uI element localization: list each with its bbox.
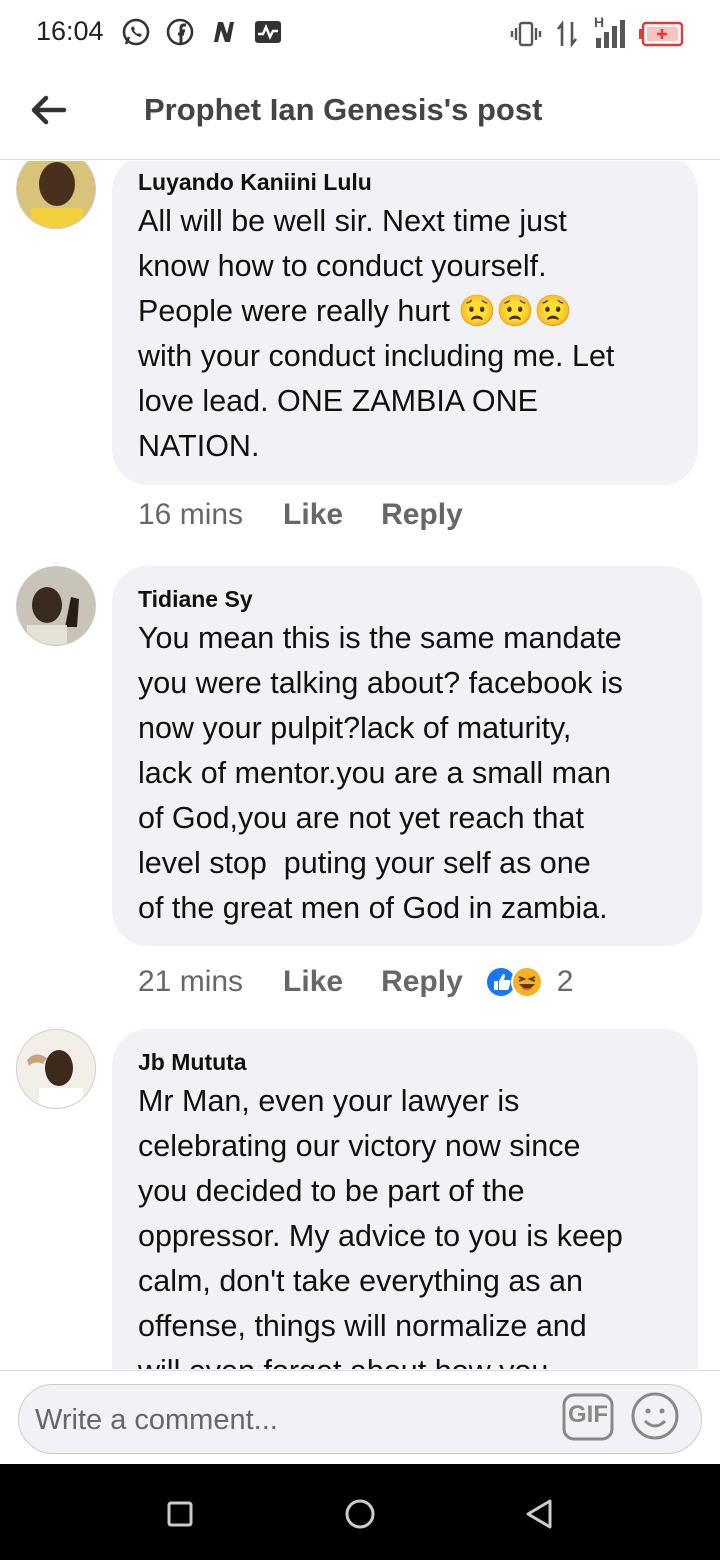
reactions-summary[interactable]: 2 — [484, 965, 574, 999]
avatar[interactable] — [16, 566, 96, 646]
post-header: Prophet Ian Genesis's post — [0, 64, 720, 160]
gif-label: GIF — [568, 1401, 608, 1428]
comment-author[interactable]: Jb Mututa — [138, 1049, 247, 1076]
comment-composer: Write a comment... GIF — [0, 1370, 720, 1464]
like-button[interactable]: Like — [283, 498, 343, 532]
comment-text: Mr Man, even your lawyer is celebrating … — [138, 1084, 623, 1369]
activity-icon — [255, 21, 281, 43]
like-button[interactable]: Like — [283, 965, 343, 999]
comment-text: All will be well sir. Next time just kno… — [138, 204, 615, 463]
comment-text: You mean this is the same mandate you we… — [138, 621, 623, 925]
comment-author[interactable]: Tidiane Sy — [138, 586, 253, 613]
battery-icon — [639, 21, 684, 47]
avatar[interactable] — [16, 1029, 96, 1109]
status-bar: 16:04 H — [0, 0, 720, 64]
reaction-count: 2 — [556, 965, 574, 998]
system-nav-bar — [0, 1464, 720, 1560]
back-arrow-icon[interactable] — [24, 86, 72, 134]
signal-icon: H — [594, 14, 628, 50]
avatar[interactable] — [16, 161, 96, 229]
n-icon — [214, 22, 234, 42]
whatsapp-icon — [122, 18, 150, 46]
comment-actions: 21 mins Like Reply 2 — [138, 962, 573, 1002]
data-arrows-icon — [556, 20, 578, 48]
comment-author[interactable]: Luyando Kaniini Lulu — [138, 169, 372, 196]
facebook-icon — [166, 18, 194, 46]
comment-bubble: Jb Mututa Mr Man, even your lawyer is ce… — [112, 1029, 698, 1369]
vibrate-icon — [510, 21, 542, 47]
status-icons-right: H — [510, 14, 684, 50]
status-icons-left — [120, 16, 284, 48]
comment-bubble: Luyando Kaniini Lulu All will be well si… — [112, 161, 698, 485]
comment-time[interactable]: 16 mins — [138, 498, 243, 532]
reply-button[interactable]: Reply — [381, 965, 463, 999]
gif-button[interactable]: GIF — [562, 1393, 614, 1441]
home-icon[interactable] — [340, 1494, 380, 1534]
page-title: Prophet Ian Genesis's post — [144, 92, 543, 127]
reply-button[interactable]: Reply — [381, 498, 463, 532]
comment-time[interactable]: 21 mins — [138, 965, 243, 999]
emoji-icon[interactable] — [630, 1391, 680, 1441]
comment-actions: 16 mins Like Reply — [138, 495, 485, 535]
comments-feed[interactable]: Luyando Kaniini Lulu All will be well si… — [0, 161, 720, 1369]
status-time: 16:04 — [36, 16, 104, 46]
comment-bubble: Tidiane Sy You mean this is the same man… — [112, 566, 702, 946]
back-nav-icon[interactable] — [520, 1494, 560, 1534]
laugh-reaction-icon — [510, 966, 543, 998]
recents-icon[interactable] — [160, 1494, 200, 1534]
